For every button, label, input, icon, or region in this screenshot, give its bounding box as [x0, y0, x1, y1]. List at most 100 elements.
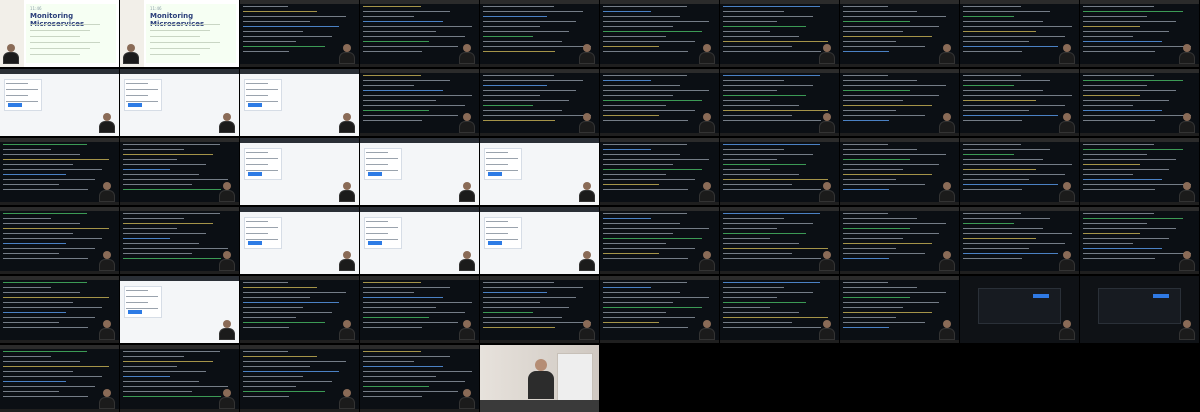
terminal-output-line: [603, 105, 666, 106]
video-thumbnail[interactable]: [120, 207, 239, 274]
video-thumbnail[interactable]: [720, 69, 839, 136]
terminal-output-line: [723, 31, 770, 32]
video-thumbnail[interactable]: [840, 69, 959, 136]
video-thumbnail[interactable]: [120, 138, 239, 205]
terminal-output-line: [1083, 238, 1169, 239]
presenter-body: [1059, 121, 1075, 133]
video-thumbnail[interactable]: [840, 0, 959, 67]
terminal-output-line: [243, 6, 288, 7]
video-thumbnail[interactable]: [360, 276, 479, 343]
terminal-output-line: [723, 258, 821, 259]
presenter-head: [703, 320, 711, 328]
video-thumbnail[interactable]: [480, 276, 599, 343]
video-thumbnail[interactable]: [840, 138, 959, 205]
video-thumbnail[interactable]: [240, 0, 359, 67]
video-thumbnail[interactable]: [360, 0, 479, 67]
terminal-output-line: [3, 154, 80, 155]
video-thumbnail[interactable]: [960, 138, 1079, 205]
browser-toolbar: [240, 69, 359, 74]
terminal-output-line: [963, 253, 1058, 254]
terminal-output-line: [483, 297, 576, 298]
video-thumbnail[interactable]: [240, 345, 359, 412]
video-thumbnail[interactable]: 11:46 Monitoring Microservices: [0, 0, 119, 67]
video-thumbnail[interactable]: [960, 69, 1079, 136]
presenter-body: [939, 190, 955, 202]
video-thumbnail[interactable]: [360, 69, 479, 136]
presenter-thumbnail: [218, 113, 236, 133]
video-thumbnail[interactable]: [720, 276, 839, 343]
presenter-body: [459, 121, 475, 133]
video-thumbnail[interactable]: 11:46 Monitoring Microservices: [120, 0, 239, 67]
terminal-output-line: [963, 80, 1050, 81]
presenter-thumbnail: [1178, 44, 1196, 64]
terminal-output-line: [603, 213, 687, 214]
terminal-output-line: [723, 105, 799, 106]
terminal-statusbar: [840, 64, 959, 67]
video-thumbnail[interactable]: [0, 138, 119, 205]
presenter-thumbnail: [218, 251, 236, 271]
video-thumbnail[interactable]: [0, 276, 119, 343]
video-thumbnail[interactable]: [120, 69, 239, 136]
video-thumbnail[interactable]: [480, 138, 599, 205]
terminal-output-line: [483, 31, 569, 32]
video-thumbnail[interactable]: [1080, 0, 1199, 67]
video-thumbnail[interactable]: [960, 0, 1079, 67]
video-thumbnail[interactable]: [720, 0, 839, 67]
presenter-body: [459, 259, 475, 271]
video-thumbnail[interactable]: [600, 69, 719, 136]
terminal-output-line: [3, 351, 87, 352]
video-thumbnail[interactable]: [240, 207, 359, 274]
video-thumbnail[interactable]: [480, 69, 599, 136]
terminal-output-line: [1083, 21, 1176, 22]
presenter-head: [103, 320, 111, 328]
terminal-titlebar: [960, 207, 1079, 211]
video-thumbnail[interactable]: [720, 138, 839, 205]
terminal-statusbar: [480, 64, 599, 67]
video-thumbnail[interactable]: [240, 138, 359, 205]
terminal-statusbar: [360, 340, 479, 343]
video-thumbnail[interactable]: [360, 345, 479, 412]
terminal-output-line: [3, 366, 109, 367]
video-thumbnail[interactable]: [480, 207, 599, 274]
video-thumbnail[interactable]: [480, 0, 599, 67]
video-thumbnail[interactable]: [480, 345, 599, 412]
video-thumbnail[interactable]: [960, 207, 1079, 274]
video-thumbnail[interactable]: [960, 276, 1079, 343]
presenter-thumbnail: [98, 320, 116, 340]
video-thumbnail[interactable]: [360, 138, 479, 205]
terminal-output-line: [483, 80, 583, 81]
video-thumbnail[interactable]: [840, 276, 959, 343]
video-thumbnail[interactable]: [600, 0, 719, 67]
video-thumbnail[interactable]: [120, 345, 239, 412]
video-thumbnail[interactable]: [240, 69, 359, 136]
video-thumbnail[interactable]: [600, 138, 719, 205]
presenter-body: [819, 190, 835, 202]
terminal-output-line: [3, 297, 109, 298]
presenter-thumbnail: [938, 320, 956, 340]
terminal-output-line: [603, 258, 688, 259]
video-thumbnail[interactable]: [360, 207, 479, 274]
video-thumbnail[interactable]: [1080, 276, 1199, 343]
terminal-output-line: [603, 110, 695, 111]
terminal-output-line: [483, 16, 547, 17]
video-thumbnail[interactable]: [1080, 138, 1199, 205]
presenter-body: [459, 190, 475, 202]
terminal-output-line: [963, 110, 1029, 111]
terminal-output-line: [483, 85, 547, 86]
video-thumbnail[interactable]: [0, 207, 119, 274]
video-thumbnail[interactable]: [720, 207, 839, 274]
presenter-thumbnail: [218, 320, 236, 340]
presenter-thumbnail: [1178, 251, 1196, 271]
video-thumbnail[interactable]: [840, 207, 959, 274]
terminal-output-line: [1083, 228, 1176, 229]
video-thumbnail[interactable]: [0, 345, 119, 412]
video-thumbnail[interactable]: [240, 276, 359, 343]
presenter-body: [339, 259, 355, 271]
video-thumbnail[interactable]: [600, 276, 719, 343]
video-thumbnail[interactable]: [600, 207, 719, 274]
video-thumbnail[interactable]: [1080, 69, 1199, 136]
video-thumbnail[interactable]: [120, 276, 239, 343]
video-thumbnail[interactable]: [1080, 207, 1199, 274]
terminal-output-line: [483, 322, 591, 323]
video-thumbnail[interactable]: [0, 69, 119, 136]
